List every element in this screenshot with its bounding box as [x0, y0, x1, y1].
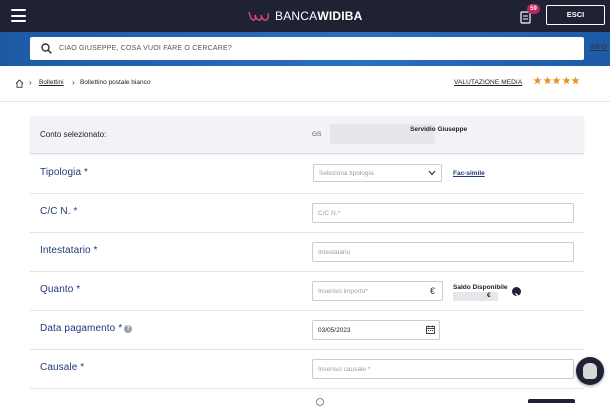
euro-symbol: € [430, 286, 436, 296]
causale-label: Causale * [40, 362, 85, 373]
account-initials: GS [312, 131, 322, 138]
widiba-logo-icon [248, 11, 269, 21]
top-header: BANCAWIDIBA 59 ESCI [0, 0, 610, 32]
brand-logo[interactable]: BANCAWIDIBA [248, 9, 363, 23]
star-icon [542, 76, 552, 85]
tipologia-select-value: Seleziona tipologia [319, 170, 374, 177]
saldo-label: Saldo Disponibile [453, 284, 508, 291]
quanto-label: Quanto * [40, 284, 81, 295]
continue-button[interactable] [528, 399, 575, 403]
rating-link[interactable]: VALUTAZIONE MEDIA [454, 79, 522, 86]
info-link[interactable]: INFO [590, 44, 607, 51]
search-input[interactable] [59, 41, 539, 56]
search-band: INFO [0, 32, 610, 66]
chat-assistant-button[interactable] [576, 357, 604, 385]
row-causale: Causale * [30, 350, 584, 389]
star-icon [533, 76, 542, 85]
amount-input[interactable] [312, 281, 443, 301]
intestatario-label: Intestatario * [40, 245, 98, 256]
breadcrumb-bollettini[interactable]: Bollettini [39, 79, 64, 86]
date-input[interactable] [312, 320, 440, 340]
star-icon [571, 76, 580, 85]
facsimile-link[interactable]: Fac-simile [453, 170, 485, 177]
notification-badge: 59 [527, 4, 540, 14]
brand-name: BANCAWIDIBA [275, 9, 363, 23]
help-icon[interactable]: ? [124, 325, 133, 333]
intestatario-input[interactable] [312, 242, 574, 262]
saldo-value-masked [453, 292, 498, 301]
row-intestatario: Intestatario * [30, 233, 584, 272]
tipologia-select[interactable]: Seleziona tipologia [313, 164, 442, 182]
menu-icon[interactable] [11, 9, 26, 22]
home-icon[interactable] [15, 79, 24, 88]
row-quanto: Quanto * € Saldo Disponibile € [30, 272, 584, 311]
cc-label: C/C N. * [40, 206, 78, 217]
account-label: Conto selezionato: [40, 130, 107, 139]
calendar-icon[interactable] [426, 325, 435, 334]
radio-option[interactable] [316, 398, 324, 406]
chevron-right-icon: › [72, 78, 75, 87]
exit-button[interactable]: ESCI [546, 5, 605, 25]
row-cc: C/C N. * [30, 194, 584, 233]
saldo-arrow-button[interactable] [512, 287, 521, 299]
chevron-right-icon [515, 292, 519, 299]
rating-stars [533, 76, 581, 85]
selected-account: Conto selezionato: GS Servidio Giuseppe [30, 116, 584, 154]
cc-input[interactable] [312, 203, 574, 223]
chevron-right-icon: › [29, 78, 32, 87]
row-data: Data pagamento *? [30, 311, 584, 350]
breadcrumb-current: Bollettino postale bianco [80, 79, 151, 86]
causale-input[interactable] [312, 359, 574, 379]
row-tipologia: Tipologia * Seleziona tipologia Fac-simi… [30, 155, 584, 194]
star-icon [552, 76, 561, 85]
tipologia-label: Tipologia * [40, 167, 88, 178]
breadcrumb: › Bollettini › Bollettino postale bianco… [0, 66, 610, 102]
search-box: INFO [30, 37, 607, 60]
account-holder: Servidio Giuseppe [410, 126, 468, 133]
saldo-currency: € [487, 292, 491, 299]
assistant-icon [583, 363, 597, 379]
search-icon [41, 43, 52, 54]
star-icon [561, 76, 571, 85]
data-label: Data pagamento *? [40, 323, 133, 334]
chevron-down-icon [428, 170, 436, 176]
